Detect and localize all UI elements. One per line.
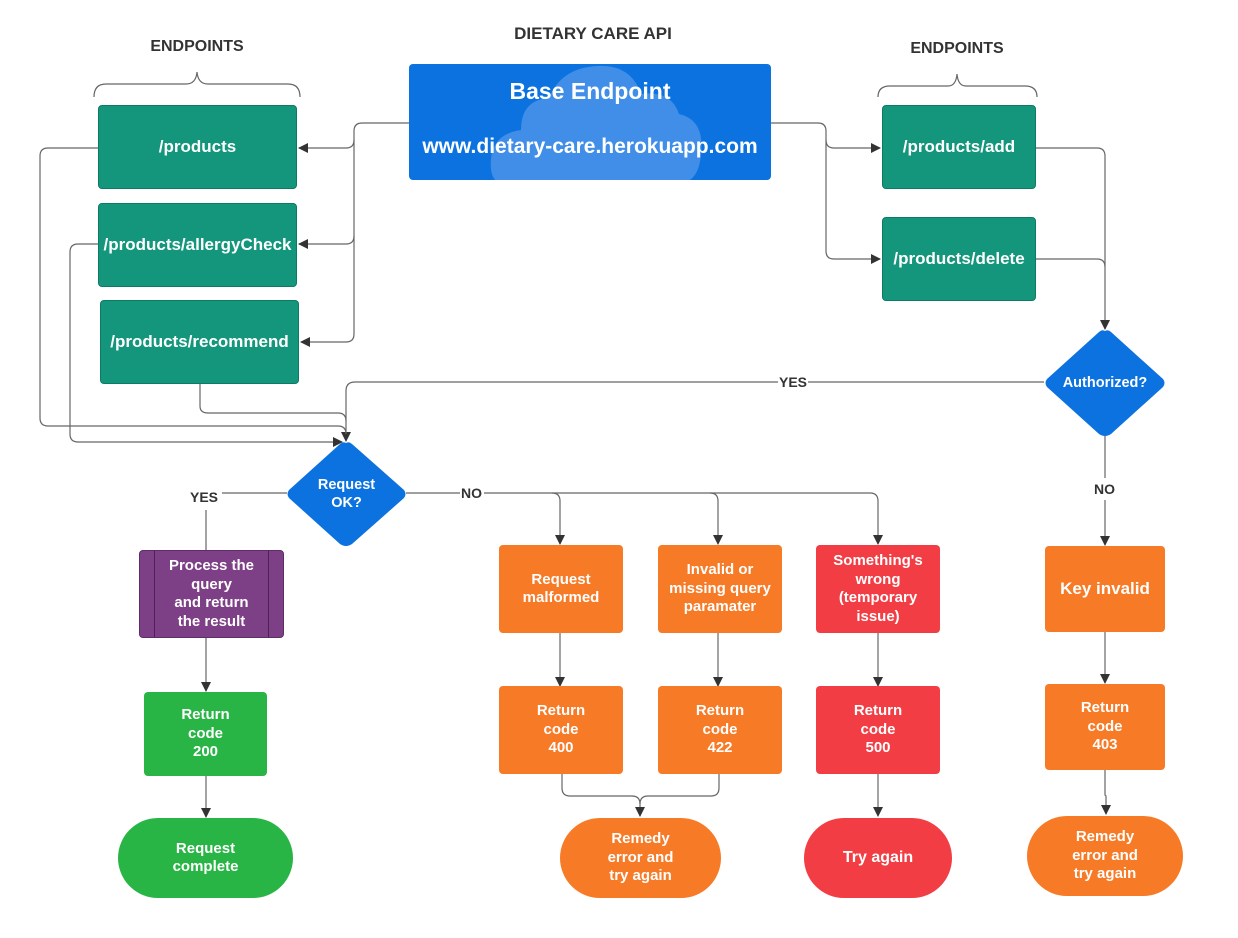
endpoint-products-allergycheck[interactable]: /products/allergyCheck xyxy=(98,203,297,287)
base-endpoint-title: Base Endpoint xyxy=(509,78,671,104)
return-code-403-node[interactable]: Return code 403 xyxy=(1045,684,1165,770)
connector-base-to-allergycheck xyxy=(298,140,355,249)
process-query-label: Process the query and return the result xyxy=(168,557,255,630)
endpoint-products-delete[interactable]: /products/delete xyxy=(882,217,1036,301)
something-wrong-node[interactable]: Something's wrong (temporary issue) xyxy=(816,545,940,633)
right-endpoints-brace xyxy=(877,73,1038,98)
connector-add-to-authorized xyxy=(1036,147,1110,330)
request-ok-label: Request OK? xyxy=(317,477,376,511)
invalid-query-param-node[interactable]: Invalid or missing query paramater xyxy=(658,545,782,633)
right-endpoints-heading: ENDPOINTS xyxy=(910,40,1004,57)
authorized-no-label: NO xyxy=(1093,481,1116,497)
connector-403-to-remedy xyxy=(1101,770,1111,815)
base-endpoint-url: www.dietary-care.herokuapp.com xyxy=(422,135,758,158)
connector-request-no xyxy=(406,492,560,544)
return-code-200-node[interactable]: Return code 200 xyxy=(144,692,267,776)
request-ok-decision[interactable]: Request OK? xyxy=(285,441,408,547)
connector-recommend-to-request xyxy=(199,384,347,422)
remedy-error-terminal[interactable]: Remedy error and try again xyxy=(560,818,721,898)
request-yes-label: YES xyxy=(189,489,220,505)
endpoint-products-recommend[interactable]: /products/recommend xyxy=(100,300,299,384)
connector-products-to-request xyxy=(39,147,347,435)
connector-400-to-remedy xyxy=(561,774,645,817)
request-no-label: NO xyxy=(460,485,483,501)
key-invalid-node[interactable]: Key invalid xyxy=(1045,546,1165,632)
connector-delete-to-authorized xyxy=(1036,258,1106,268)
authorized-decision[interactable]: Authorized? xyxy=(1043,329,1167,437)
process-right-bar xyxy=(268,551,269,637)
base-endpoint-node[interactable]: Base Endpoint www.dietary-care.herokuapp… xyxy=(409,64,771,180)
process-left-bar xyxy=(154,551,155,637)
authorized-label: Authorized? xyxy=(1062,375,1148,391)
left-endpoints-brace xyxy=(93,71,301,98)
endpoint-products-add[interactable]: /products/add xyxy=(882,105,1036,189)
request-complete-terminal[interactable]: Request complete xyxy=(118,818,293,898)
endpoint-products[interactable]: /products xyxy=(98,105,297,189)
return-code-500-node[interactable]: Return code 500 xyxy=(816,686,940,774)
connector-422-to-remedy xyxy=(639,774,720,805)
authorized-yes-label: YES xyxy=(778,374,809,390)
try-again-terminal[interactable]: Try again xyxy=(804,818,952,898)
left-endpoints-heading: ENDPOINTS xyxy=(150,38,244,55)
request-malformed-node[interactable]: Request malformed xyxy=(499,545,623,633)
connector-no-to-server xyxy=(710,492,883,545)
auth-remedy-error-terminal[interactable]: Remedy error and try again xyxy=(1027,816,1183,896)
connector-base-to-recommend xyxy=(300,236,355,347)
connector-base-to-delete xyxy=(825,140,881,264)
process-query-node[interactable]: Process the query and return the result xyxy=(139,550,284,638)
return-code-422-node[interactable]: Return code 422 xyxy=(658,686,782,774)
diagram-title: DIETARY CARE API xyxy=(514,24,672,43)
connector-no-to-invalid xyxy=(552,492,723,545)
connector-authorized-yes xyxy=(341,381,1044,442)
return-code-400-node[interactable]: Return code 400 xyxy=(499,686,623,774)
